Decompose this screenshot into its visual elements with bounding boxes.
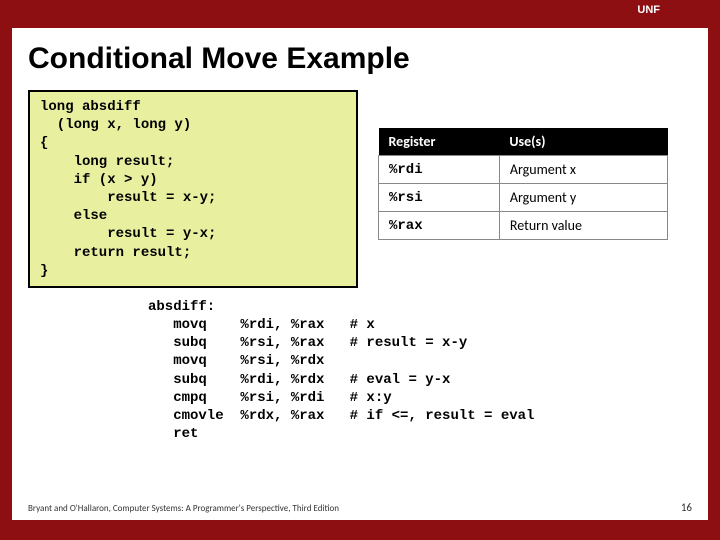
c-code: long absdiff (long x, long y) { long res… <box>40 98 346 280</box>
table-row: %rax Return value <box>379 212 668 240</box>
table-header-register: Register <box>379 128 500 156</box>
main-row: long absdiff (long x, long y) { long res… <box>28 90 692 288</box>
use-cell: Argument y <box>499 184 667 212</box>
reg-cell: %rsi <box>379 184 500 212</box>
use-cell: Return value <box>499 212 667 240</box>
page-number: 16 <box>681 501 692 514</box>
table-header-row: Register Use(s) <box>379 128 668 156</box>
table-row: %rsi Argument y <box>379 184 668 212</box>
c-code-box: long absdiff (long x, long y) { long res… <box>28 90 358 288</box>
top-bar-label: UNF <box>637 4 660 16</box>
assembly-block: absdiff: movq %rdi, %rax # x subq %rsi, … <box>148 298 692 444</box>
footer-text: Bryant and O'Hallaron, Computer Systems:… <box>28 503 339 514</box>
slide-content: Conditional Move Example long absdiff (l… <box>12 28 708 520</box>
table-row: %rdi Argument x <box>379 156 668 184</box>
page-title: Conditional Move Example <box>28 42 692 76</box>
table-header-uses: Use(s) <box>499 128 667 156</box>
top-bar: UNF <box>0 0 720 20</box>
reg-cell: %rax <box>379 212 500 240</box>
reg-cell: %rdi <box>379 156 500 184</box>
use-cell: Argument x <box>499 156 667 184</box>
register-table: Register Use(s) %rdi Argument x %rsi Arg… <box>378 128 668 240</box>
assembly-code: absdiff: movq %rdi, %rax # x subq %rsi, … <box>148 298 692 444</box>
